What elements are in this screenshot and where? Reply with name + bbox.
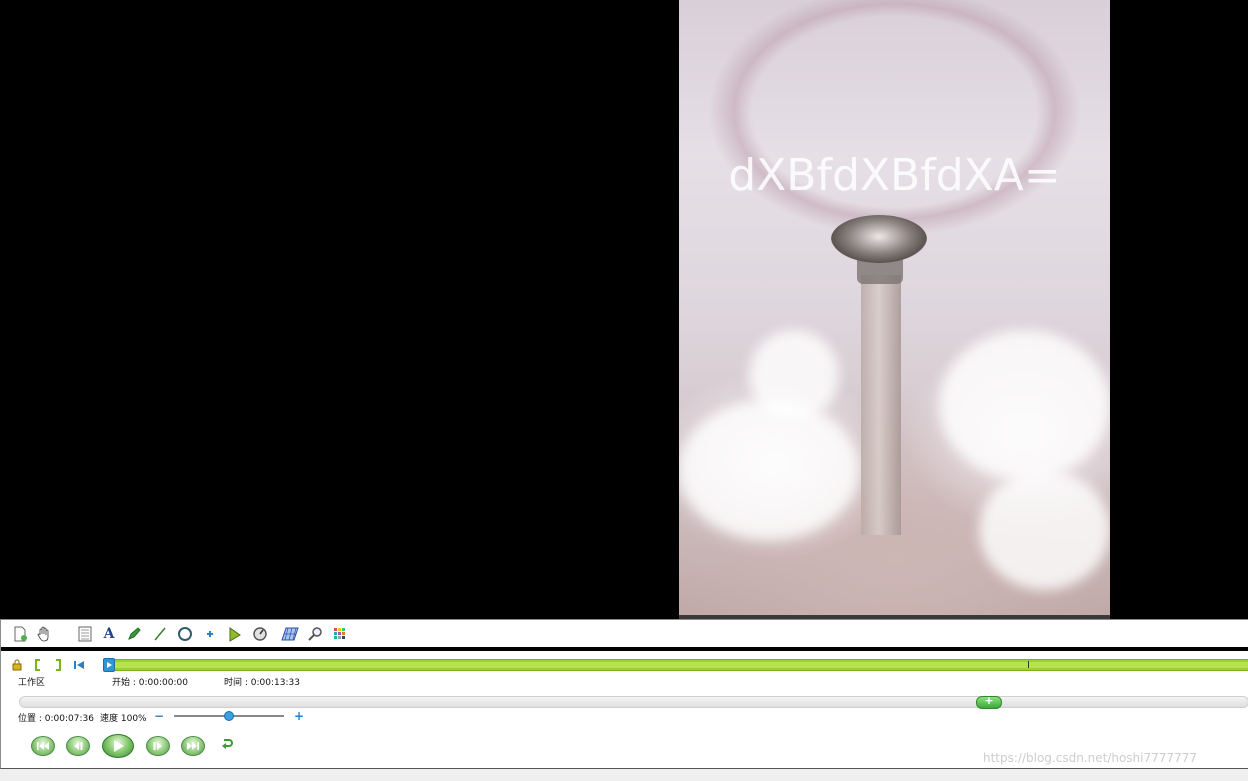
hand-icon[interactable] <box>35 625 53 643</box>
new-file-icon[interactable] <box>11 625 29 643</box>
skip-forward-icon <box>187 742 199 750</box>
loop-icon[interactable] <box>218 737 236 753</box>
cloud-shape <box>749 330 839 420</box>
cloud-shape <box>679 400 859 540</box>
speed-decrease-button[interactable]: − <box>153 710 165 722</box>
text-icon[interactable]: A <box>100 625 118 643</box>
play-icon <box>114 740 124 752</box>
step-forward-button[interactable] <box>146 736 170 756</box>
speed-slider-knob[interactable] <box>224 711 234 721</box>
start-time-label: 开始 : 0:00:00:00 <box>112 678 188 688</box>
plus-icon[interactable] <box>201 625 219 643</box>
zoom-icon[interactable] <box>306 625 324 643</box>
grid-icon[interactable] <box>281 625 299 643</box>
video-frame: dXBfdXBfdXA= <box>679 0 1110 619</box>
circle-icon[interactable] <box>176 625 194 643</box>
step-forward-icon <box>153 742 162 750</box>
step-back-icon <box>74 742 83 750</box>
cloud-shape <box>979 470 1110 590</box>
mark-in-icon[interactable] <box>32 658 44 672</box>
mark-out-icon[interactable] <box>52 658 64 672</box>
cloud-shape <box>939 330 1110 480</box>
watermark-text: https://blog.csdn.net/hoshi7777777 <box>983 751 1197 765</box>
list-icon[interactable] <box>76 625 94 643</box>
position-scrubber-track[interactable] <box>19 696 1248 708</box>
triangle-icon[interactable] <box>226 625 244 643</box>
speed-increase-button[interactable]: + <box>293 710 305 722</box>
position-label: 位置 : 0:00:07:36 <box>18 714 94 724</box>
skip-to-end-button[interactable] <box>181 736 205 756</box>
go-to-start-icon[interactable] <box>72 658 86 672</box>
step-back-button[interactable] <box>66 736 90 756</box>
dial-icon[interactable] <box>251 625 269 643</box>
pen-icon[interactable] <box>125 625 143 643</box>
line-icon[interactable] <box>151 625 169 643</box>
workspace-timeline[interactable] <box>103 659 1248 671</box>
duration-label: 时间 : 0:00:13:33 <box>224 678 300 688</box>
video-viewport: dXBfdXBfdXA= <box>0 0 1248 619</box>
skip-back-icon <box>37 742 49 750</box>
skip-to-start-button[interactable] <box>31 736 55 756</box>
tower-top <box>831 215 927 263</box>
timeline-playhead[interactable] <box>103 658 115 672</box>
video-overlay-text: dXBfdXBfdXA= <box>728 150 1061 201</box>
workspace-label: 工作区 <box>18 678 46 688</box>
toolbar-divider <box>1 647 1248 651</box>
position-scrubber-handle[interactable] <box>976 694 1002 709</box>
lock-icon[interactable] <box>10 658 24 672</box>
play-button[interactable] <box>102 734 134 758</box>
tool-toolbar: A <box>1 620 1248 647</box>
speed-label: 速度 100% <box>100 714 147 724</box>
color-grid-icon[interactable] <box>331 625 349 643</box>
timeline-marker <box>1028 661 1029 668</box>
timeline-fill <box>103 662 1248 668</box>
tower-shaft <box>861 275 901 535</box>
control-panel: A 工作区 开始: 0:00:00:00 时间: 0:00:13:33 + … <box>0 619 1248 769</box>
